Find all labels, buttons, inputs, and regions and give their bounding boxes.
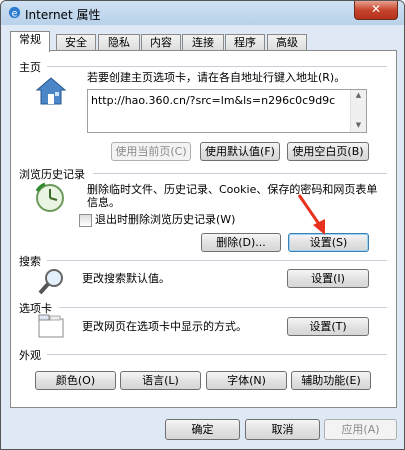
search-description: 更改搜索默认值。 — [82, 272, 170, 285]
tab-privacy[interactable]: 隐私 — [98, 34, 140, 51]
history-section-label: 浏览历史记录 — [19, 168, 85, 181]
search-settings-button[interactable]: 设置(I) — [287, 269, 369, 288]
colors-button[interactable]: 颜色(O) — [35, 371, 116, 390]
home-divider — [47, 66, 387, 67]
ok-button[interactable]: 确定 — [165, 419, 240, 440]
home-url-value: http://hao.360.cn/?src=lm&ls=n296c0c9d9c — [91, 94, 336, 107]
house-icon — [35, 77, 67, 105]
fonts-button[interactable]: 字体(N) — [206, 371, 287, 390]
languages-button[interactable]: 语言(L) — [120, 371, 201, 390]
cancel-button[interactable]: 取消 — [245, 419, 320, 440]
tab-general[interactable]: 常规 — [10, 31, 50, 52]
history-description-line2: 信息。 — [87, 196, 120, 209]
scroll-up-icon[interactable]: ▲ — [351, 90, 366, 100]
tab-advanced[interactable]: 高级 — [267, 34, 307, 51]
tabbed-pages-icon — [38, 314, 64, 338]
use-current-button[interactable]: 使用当前页(C) — [111, 142, 191, 161]
accessibility-button[interactable]: 辅助功能(E) — [291, 371, 371, 390]
home-instruction: 若要创建主页选项卡，请在各自地址行键入地址(R)。 — [87, 71, 346, 84]
title-bar: e Internet 属性 ✕ — [1, 1, 404, 25]
appearance-divider — [47, 354, 387, 355]
tab-programs[interactable]: 程序 — [225, 34, 265, 51]
window-title: Internet 属性 — [25, 8, 101, 22]
general-panel: 主页 若要创建主页选项卡，请在各自地址行键入地址(R)。 http://hao.… — [10, 50, 397, 408]
home-url-scrollbar[interactable]: ▲ ▼ — [350, 90, 366, 132]
history-clock-icon — [35, 182, 64, 212]
search-divider — [47, 260, 387, 261]
magnifier-icon — [38, 269, 63, 295]
home-section-label: 主页 — [19, 61, 41, 74]
tabs-settings-button[interactable]: 设置(T) — [287, 317, 369, 336]
tab-security[interactable]: 安全 — [56, 34, 96, 51]
tabs-description: 更改网页在选项卡中显示的方式。 — [82, 320, 247, 333]
history-description-line1: 删除临时文件、历史记录、Cookie、保存的密码和网页表单 — [87, 183, 378, 196]
delete-on-exit-label: 退出时删除浏览历史记录(W) — [95, 213, 236, 226]
internet-explorer-icon: e — [8, 6, 21, 19]
tab-connections[interactable]: 连接 — [182, 34, 224, 51]
dialog-window: e Internet 属性 ✕ 常规 安全 隐私 内容 连接 程序 高级 主页 … — [0, 0, 405, 450]
tabs-divider — [59, 307, 387, 308]
close-button[interactable]: ✕ — [354, 1, 398, 20]
apply-button[interactable]: 应用(A) — [324, 419, 397, 440]
scroll-down-icon[interactable]: ▼ — [351, 120, 366, 130]
delete-on-exit-checkbox[interactable] — [79, 214, 92, 227]
appearance-section-label: 外观 — [19, 349, 41, 362]
tab-content[interactable]: 内容 — [141, 34, 181, 51]
home-url-textarea[interactable]: http://hao.360.cn/?src=lm&ls=n296c0c9d9c… — [87, 89, 367, 133]
use-blank-button[interactable]: 使用空白页(B) — [287, 142, 369, 161]
use-default-button[interactable]: 使用默认值(F) — [200, 142, 280, 161]
svg-text:e: e — [12, 8, 18, 19]
history-divider — [93, 173, 387, 174]
delete-history-button[interactable]: 删除(D)... — [201, 233, 281, 252]
red-arrow — [297, 194, 325, 235]
